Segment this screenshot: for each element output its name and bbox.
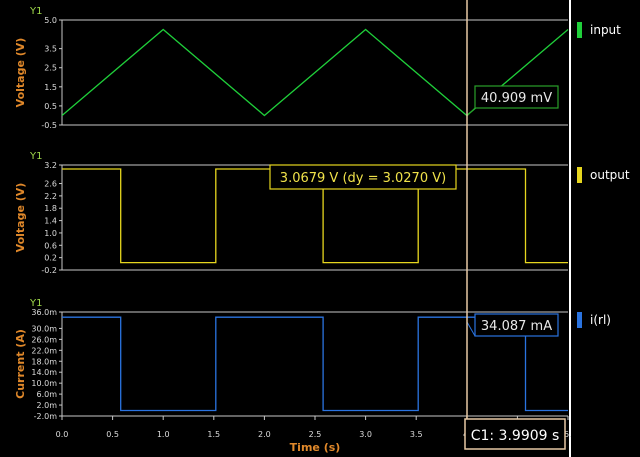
annotation-value: 34.087 mA — [481, 319, 552, 334]
y-axis-tag: Y1 — [29, 151, 42, 162]
legend-label[interactable]: i(rl) — [590, 313, 611, 327]
x-tick-label: 0.0 — [56, 430, 69, 439]
x-tick-label: 1.0 — [157, 430, 170, 439]
x-tick-label: 3.5 — [410, 430, 423, 439]
y-tick-label: 2.6 — [44, 180, 57, 189]
y-tick-label: 18.0m — [31, 357, 57, 366]
y-tick-label: 1.8 — [44, 204, 57, 213]
y-tick-label: 30.0m — [31, 324, 57, 333]
y-tick-label: 2.5 — [44, 64, 57, 73]
x-tick-label: 2.5 — [309, 430, 322, 439]
x-tick-label: 1.5 — [207, 430, 220, 439]
y-tick-label: 0.5 — [44, 102, 57, 111]
annotation-value: 40.909 mV — [481, 91, 552, 106]
y-tick-label: 6.0m — [36, 390, 57, 399]
y-tick-label: -2.0m — [34, 412, 58, 421]
oscilloscope-chart: Y1 -0.5 0.5 1.5 2.5 3.5 5.0 Voltage (V) input 40.… — [14, 0, 630, 457]
y-tick-label: 26.0m — [31, 335, 57, 344]
y-axis-title: Voltage (V) — [14, 38, 27, 108]
annotation-value: 3.0679 V (dy = 3.0270 V) — [280, 171, 446, 186]
y-tick-label: 14.0m — [31, 368, 57, 377]
cursor-readout: C1: 3.9909 s — [471, 428, 560, 444]
y-tick-label: 1.5 — [44, 83, 57, 92]
legend-swatch — [577, 22, 582, 38]
y-tick-label: 22.0m — [31, 346, 57, 355]
legend-label[interactable]: input — [590, 23, 621, 37]
y-axis-title: Voltage (V) — [14, 183, 27, 253]
y-tick-label: 5.0 — [44, 16, 57, 25]
annotation-leader — [466, 321, 476, 337]
y-tick-label: 1.0 — [44, 229, 57, 238]
legend-swatch — [577, 167, 582, 183]
y-tick-label: -0.2 — [41, 266, 57, 275]
x-tick-label: 2.0 — [258, 430, 271, 439]
legend-swatch — [577, 312, 582, 328]
y-tick-label: 3.5 — [44, 45, 57, 54]
y-tick-label: 2.2 — [44, 192, 57, 201]
y-tick-label: 1.4 — [44, 217, 57, 226]
x-tick-label: 0.5 — [106, 430, 119, 439]
legend-label[interactable]: output — [590, 168, 630, 182]
y-axis-tag: Y1 — [29, 6, 42, 17]
y-axis-title: Current (A) — [14, 329, 27, 399]
y-tick-label: -0.5 — [41, 121, 57, 130]
y-tick-label: 3.2 — [44, 161, 57, 170]
x-axis-title: Time (s) — [290, 441, 341, 454]
y-tick-label: 0.2 — [44, 254, 57, 263]
y-tick-label: 36.0m — [31, 308, 57, 317]
y-tick-label: 10.0m — [31, 379, 57, 388]
y-tick-label: 2.0m — [36, 401, 57, 410]
y-tick-label: 0.6 — [44, 241, 57, 250]
annotation-leader — [466, 107, 476, 117]
x-tick-label: 3.0 — [359, 430, 372, 439]
